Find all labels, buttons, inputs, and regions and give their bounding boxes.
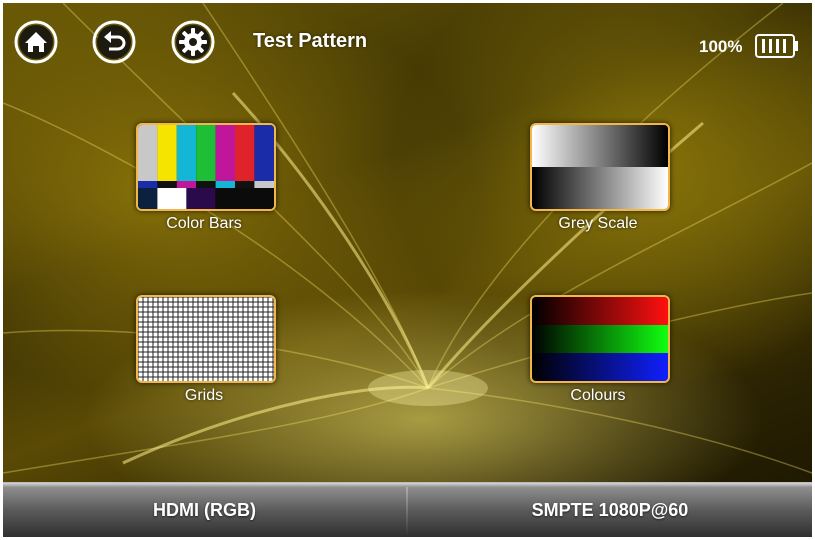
status-bar: HDMI (RGB) SMPTE 1080P@60 bbox=[3, 482, 812, 537]
tile-grids[interactable]: Grids bbox=[119, 295, 289, 415]
grey-scale-thumbnail bbox=[530, 123, 670, 211]
video-format-button[interactable]: SMPTE 1080P@60 bbox=[408, 483, 812, 537]
settings-icon bbox=[171, 20, 215, 64]
screen: Test Pattern 100% Color Bars Grey Scale … bbox=[3, 3, 812, 537]
page-title: Test Pattern bbox=[253, 30, 368, 52]
grids-pattern bbox=[138, 297, 274, 381]
input-source-button[interactable]: HDMI (RGB) bbox=[3, 483, 406, 537]
back-button[interactable] bbox=[91, 19, 137, 65]
tile-label-color-bars: Color Bars bbox=[166, 215, 242, 232]
grey-scale-pattern bbox=[532, 125, 668, 209]
battery-icon bbox=[755, 34, 798, 58]
home-button[interactable] bbox=[13, 19, 59, 65]
grids-thumbnail bbox=[136, 295, 276, 383]
tile-colours[interactable]: Colours bbox=[513, 295, 683, 415]
color-bars-thumbnail bbox=[136, 123, 276, 211]
colours-thumbnail bbox=[530, 295, 670, 383]
battery-percentage: 100% bbox=[699, 37, 743, 56]
tile-label-grey-scale: Grey Scale bbox=[558, 215, 638, 232]
settings-button[interactable] bbox=[170, 19, 216, 65]
tile-label-colours: Colours bbox=[570, 387, 626, 404]
tile-grey-scale[interactable]: Grey Scale bbox=[513, 123, 683, 243]
tile-label-grids: Grids bbox=[184, 387, 224, 404]
colours-pattern bbox=[532, 297, 668, 381]
back-icon bbox=[92, 20, 136, 64]
color-bars-pattern bbox=[138, 125, 274, 209]
home-icon bbox=[14, 20, 58, 64]
tile-color-bars[interactable]: Color Bars bbox=[119, 123, 289, 243]
